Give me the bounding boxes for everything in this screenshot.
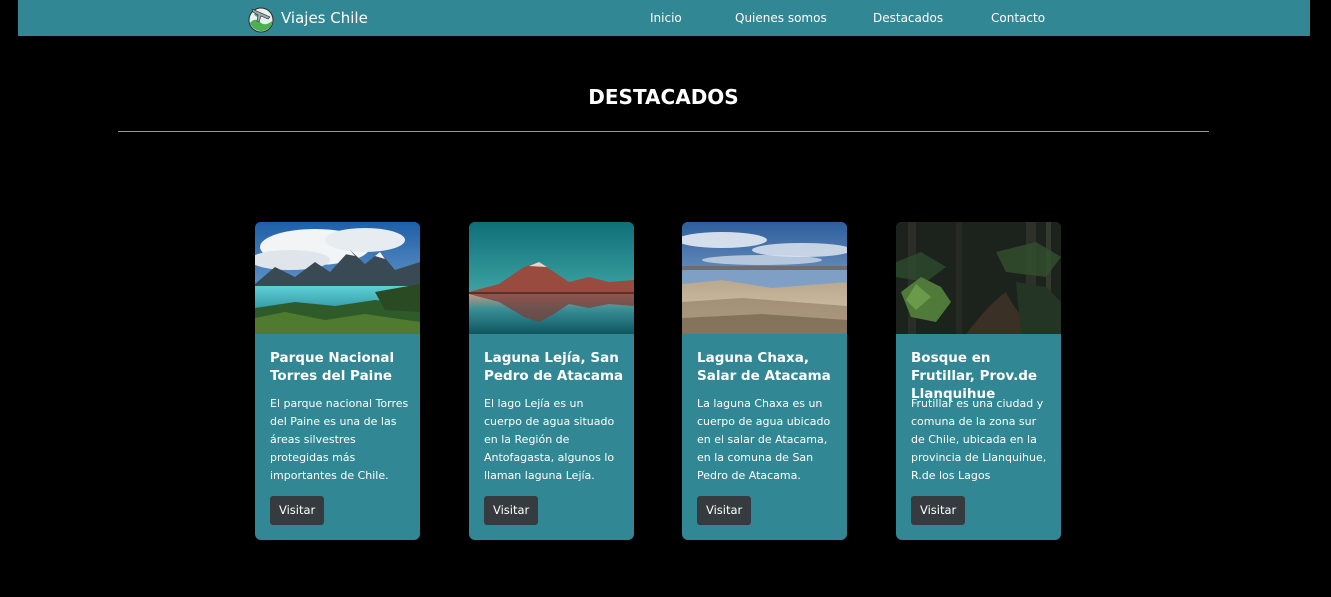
brand-name: Viajes Chile [281,9,368,27]
destination-card-bosque-frutillar: Bosque en Frutillar, Prov.de Llanquihue … [896,222,1061,540]
card-description: El lago Lejía es un cuerpo de agua situa… [484,397,615,482]
destination-card-laguna-lejia: Laguna Lejía, San Pedro de Atacama El la… [469,222,634,540]
visit-button[interactable]: Visitar [270,496,325,525]
nav-link-quienes-somos[interactable]: Quienes somos [735,10,827,26]
frutillar-forest-image [896,222,1061,334]
nav-link-contacto[interactable]: Contacto [991,10,1045,26]
torres-del-paine-image [255,222,420,334]
navbar: Viajes Chile Inicio Quienes somos Destac… [18,0,1310,36]
card-title: Parque Nacional Torres del Paine [270,350,395,384]
brand-link[interactable]: Viajes Chile [246,2,368,34]
laguna-lejia-image [469,222,634,334]
globe-airplane-icon [248,7,274,33]
section-title: DESTACADOS [588,85,739,109]
destination-card-laguna-chaxa: Laguna Chaxa, Salar de Atacama La laguna… [682,222,847,540]
destination-card-torres-del-paine: Parque Nacional Torres del Paine El parq… [255,222,420,540]
card-description: El parque nacional Torres del Paine es u… [270,397,409,482]
card-description: La laguna Chaxa es un cuerpo de agua ubi… [697,397,831,482]
card-title: Laguna Chaxa, Salar de Atacama [697,350,831,384]
card-description: Frutillar es una ciudad y comuna de la z… [911,397,1047,482]
card-title: Laguna Lejía, San Pedro de Atacama [484,350,624,384]
nav-link-inicio[interactable]: Inicio [650,10,682,26]
laguna-chaxa-image [682,222,847,334]
visit-button[interactable]: Visitar [484,496,539,525]
visit-button[interactable]: Visitar [697,496,752,525]
visit-button[interactable]: Visitar [911,496,966,525]
section-divider [118,131,1209,132]
nav-link-destacados[interactable]: Destacados [873,10,943,26]
